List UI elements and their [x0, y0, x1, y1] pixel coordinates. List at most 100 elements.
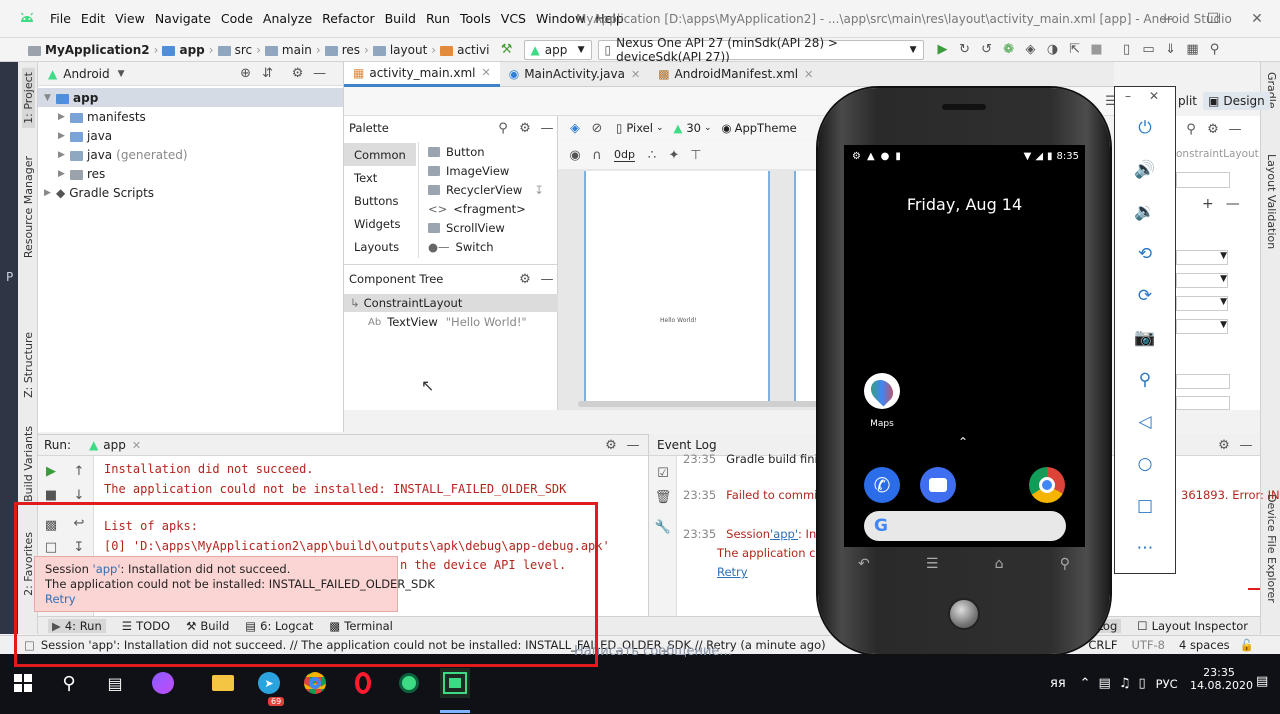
breadcrumb-main[interactable]: main — [264, 43, 312, 57]
rotate-left-icon[interactable]: ⟲ — [1115, 239, 1175, 269]
trackball-button[interactable] — [948, 598, 980, 630]
chrome-icon[interactable] — [300, 668, 330, 698]
menu-run[interactable]: Run — [421, 11, 455, 26]
run-tab-app[interactable]: ▲ app ✕ — [89, 438, 141, 452]
camera-icon[interactable]: 📷 — [1115, 323, 1175, 353]
minimize-icon[interactable]: — — [1144, 0, 1190, 38]
magnet-icon[interactable]: ∩ — [586, 144, 608, 166]
breadcrumb-app[interactable]: app — [162, 43, 205, 57]
tool-tab-build-variants[interactable]: Build Variants — [22, 426, 35, 502]
attribute-field[interactable] — [1176, 396, 1230, 410]
hide-panel-icon[interactable]: — — [536, 268, 558, 290]
search-icon[interactable]: ⚲ — [54, 668, 84, 698]
apply-code-changes-icon[interactable]: ↺ — [976, 39, 998, 61]
add-attribute-icon[interactable]: + — [1202, 196, 1214, 212]
gear-icon[interactable]: ⚙ — [514, 268, 536, 290]
alice-icon[interactable] — [148, 668, 178, 698]
palette-category-layouts[interactable]: Layouts — [344, 235, 416, 258]
palette-category-text[interactable]: Text — [344, 166, 416, 189]
session-app-link[interactable]: 'app' — [770, 527, 798, 541]
clear-constraints-icon[interactable]: ∴ — [641, 144, 663, 166]
coverage-icon[interactable]: ◈ — [1020, 39, 1042, 61]
tab-activity-main[interactable]: ▦ activity_main.xml ✕ — [344, 61, 500, 87]
hammer-icon[interactable]: ⚒ — [496, 39, 518, 61]
hide-panel-icon[interactable]: — — [1235, 434, 1257, 456]
menu-tools[interactable]: Tools — [455, 11, 496, 26]
debug-icon[interactable]: ❁ — [998, 39, 1020, 61]
apply-changes-icon[interactable]: ↻ — [954, 39, 976, 61]
network-icon[interactable]: ▤ — [1099, 676, 1111, 691]
tree-item-java[interactable]: ▶ java — [58, 129, 112, 143]
tree-item-java-generated[interactable]: ▶ java (generated) — [58, 148, 188, 162]
sdk-manager-icon[interactable]: ⇓ — [1160, 39, 1182, 61]
home-icon[interactable]: ○ — [1115, 449, 1175, 479]
collapse-all-icon[interactable]: ⇵ — [257, 63, 279, 85]
default-margin-select[interactable]: 0dp — [614, 148, 635, 162]
palette-category-buttons[interactable]: Buttons — [344, 189, 416, 212]
tool-tab-layout-inspector[interactable]: ☐ Layout Inspector — [1137, 619, 1248, 633]
android-studio-taskbar-icon[interactable] — [394, 668, 424, 698]
split-view-button[interactable]: plit — [1178, 94, 1197, 108]
sync-project-icon[interactable]: ▯ — [1116, 39, 1138, 61]
hide-panel-icon[interactable]: — — [622, 434, 644, 456]
maximize-icon[interactable]: ☐ — [1190, 0, 1236, 38]
run-config-select[interactable]: ▲ app ▼ — [523, 39, 592, 60]
back-icon[interactable]: ◁ — [1115, 407, 1175, 437]
gear-icon[interactable]: ⚙ — [514, 117, 536, 139]
overview-icon[interactable]: □ — [1115, 491, 1175, 521]
device-preview-select[interactable]: ▯ Pixel ⌄ — [616, 121, 664, 135]
menu-analyze[interactable]: Analyze — [258, 11, 317, 26]
trash-icon[interactable]: 🗑 — [652, 486, 674, 508]
tool-tab-structure[interactable]: Z: Structure — [22, 332, 35, 398]
orientation-icon[interactable]: ⊘ — [586, 117, 608, 139]
file-encoding[interactable]: UTF-8 — [1131, 638, 1165, 652]
scroll-up-icon[interactable]: ↑ — [68, 460, 90, 482]
search-everywhere-icon[interactable]: ⚲ — [1204, 39, 1226, 61]
explorer-icon[interactable] — [208, 668, 238, 698]
search-icon[interactable]: ⚲ — [1180, 118, 1202, 140]
palette-item-scrollview[interactable]: ScrollView — [428, 221, 505, 235]
device-select[interactable]: ▯ Nexus One API 27 (minSdk(API 28) > devi… — [597, 36, 924, 64]
rerun-icon[interactable]: ▶ — [40, 460, 62, 482]
close-tab-icon[interactable]: ✕ — [804, 68, 813, 81]
breadcrumb-file[interactable]: activi — [440, 43, 490, 57]
home-key-icon[interactable]: ⌂ — [995, 556, 1004, 572]
retry-link[interactable]: Retry — [717, 565, 748, 579]
menu-code[interactable]: Code — [216, 11, 258, 26]
volume-icon[interactable]: ♫ — [1119, 676, 1131, 691]
component-textview[interactable]: Ab TextView "Hello World!" — [368, 315, 527, 329]
palette-category-widgets[interactable]: Widgets — [344, 212, 416, 235]
component-constraintlayout[interactable]: ↳ ConstraintLayout — [350, 296, 462, 310]
attribute-select[interactable]: ▼ — [1176, 273, 1228, 288]
messages-app-icon[interactable] — [920, 467, 956, 503]
tree-item-gradle-scripts[interactable]: ▶ ◆ Gradle Scripts — [44, 186, 154, 200]
menu-edit[interactable]: Edit — [76, 11, 110, 26]
project-view-select[interactable]: Android — [63, 67, 109, 81]
lock-icon[interactable]: 🔓 — [1240, 638, 1254, 652]
tree-item-app[interactable]: ▼ app — [44, 91, 98, 105]
id-field[interactable] — [1176, 172, 1230, 188]
phone-app-icon[interactable]: ✆ — [864, 467, 900, 503]
menu-file[interactable]: File — [45, 11, 76, 26]
tree-item-res[interactable]: ▶ res — [58, 167, 105, 181]
menu-vcs[interactable]: VCS — [496, 11, 531, 26]
palette-item-switch[interactable]: ●— Switch — [428, 240, 494, 254]
search-icon[interactable]: ⚲ — [492, 117, 514, 139]
chrome-app-icon[interactable] — [1029, 467, 1065, 503]
hide-panel-icon[interactable]: — — [309, 63, 331, 85]
rotate-right-icon[interactable]: ⟳ — [1115, 281, 1175, 311]
back-key-icon[interactable]: ↶ — [858, 556, 870, 572]
locate-icon[interactable]: ⊕ — [235, 63, 257, 85]
breadcrumb-src[interactable]: src — [217, 43, 252, 57]
remove-attribute-icon[interactable]: — — [1226, 196, 1240, 212]
opera-icon[interactable] — [348, 668, 378, 698]
blueprint-preview[interactable] — [794, 171, 818, 405]
language-bar-icon[interactable]: яя — [1050, 676, 1066, 691]
tab-android-manifest[interactable]: ▩ AndroidManifest.xml ✕ — [649, 62, 822, 87]
palette-category-common[interactable]: Common — [344, 143, 416, 166]
chevron-up-icon[interactable]: ⌃ — [1080, 676, 1091, 691]
gear-icon[interactable]: ⚙ — [1202, 118, 1224, 140]
tool-tab-resource-manager[interactable]: Resource Manager — [22, 156, 35, 258]
gear-icon[interactable]: ⚙ — [600, 434, 622, 456]
indent-setting[interactable]: 4 spaces — [1179, 638, 1230, 652]
